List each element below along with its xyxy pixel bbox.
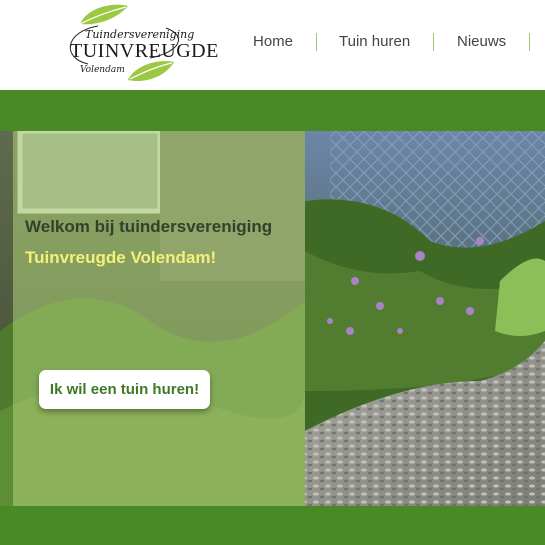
hero-banner: Welkom bij tuindersvereniging Tuinvreugd…	[0, 131, 545, 506]
green-band-top	[0, 90, 545, 131]
nav-separator	[529, 33, 530, 51]
rent-garden-button[interactable]: Ik wil een tuin huren!	[39, 370, 210, 409]
nav-item-nieuws[interactable]: Nieuws	[457, 33, 506, 50]
hero-text-overlay	[13, 131, 305, 506]
nav-separator	[316, 33, 317, 51]
green-band-bottom	[0, 506, 545, 545]
nav-item-tuin-huren[interactable]: Tuin huren	[339, 33, 410, 50]
hero-welcome-text: Welkom bij tuindersvereniging	[25, 217, 273, 236]
hero-club-name: Tuinvreugde Volendam!	[25, 248, 217, 267]
logo-location: Volendam	[80, 65, 125, 75]
nav-item-home[interactable]: Home	[253, 33, 293, 50]
main-nav: Home Tuin huren Nieuws	[0, 33, 545, 51]
site-header: Tuindersvereniging TUINVREUGDE Volendam …	[0, 0, 545, 90]
nav-separator	[433, 33, 434, 51]
